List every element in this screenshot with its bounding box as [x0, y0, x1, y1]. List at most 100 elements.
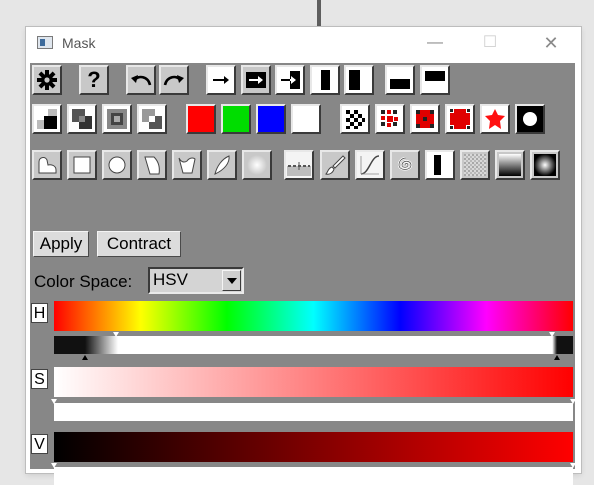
split-bw-icon — [434, 155, 441, 175]
polygon-icon — [144, 156, 160, 175]
blend-mode-2-icon — [72, 109, 92, 129]
mask-panel: ? Apply Contract Color Space: HSV H S V — [30, 63, 576, 485]
linear-gradient-button[interactable] — [495, 150, 525, 180]
blend-mode-2-button[interactable] — [67, 104, 97, 134]
blend-mode-4-button[interactable] — [137, 104, 167, 134]
arrow-right-button[interactable] — [206, 65, 236, 95]
glow-tool-button[interactable] — [242, 150, 272, 180]
arrow-right-box-button[interactable] — [241, 65, 271, 95]
feather-icon — [214, 155, 230, 175]
half-top-button[interactable] — [420, 65, 450, 95]
freeform-tool-button[interactable] — [172, 150, 202, 180]
noise-button[interactable] — [460, 150, 490, 180]
lasso-tool-button[interactable] — [32, 150, 62, 180]
redo-icon — [163, 75, 184, 86]
invert-left-button[interactable] — [310, 65, 340, 95]
channel-label-s: S — [31, 369, 48, 389]
saturation-range-fill — [54, 403, 573, 421]
arrow-into-box-icon — [281, 71, 300, 89]
hue-falloff-end-handle[interactable] — [554, 355, 560, 360]
dropdown-arrow-icon[interactable] — [222, 270, 241, 291]
half-bottom-icon — [390, 79, 410, 89]
invert-left-icon — [321, 70, 330, 90]
settings-button[interactable] — [32, 65, 62, 95]
value-range-slider[interactable] — [54, 467, 573, 485]
pattern-red-dots-3-icon — [450, 109, 470, 129]
curve-tool-button[interactable] — [355, 150, 385, 180]
close-button[interactable]: ✕ — [529, 30, 573, 56]
value-gradient-bar — [54, 432, 573, 462]
spiral-icon — [397, 156, 413, 171]
apply-button[interactable]: Apply — [33, 231, 89, 257]
window-title: Mask — [62, 35, 96, 51]
lasso-icon — [38, 157, 57, 174]
half-top-icon — [425, 71, 445, 81]
invert-right-icon — [349, 70, 360, 90]
minimize-button[interactable]: — — [413, 30, 457, 56]
hue-range-slider[interactable] — [54, 336, 573, 354]
rectangle-tool-button[interactable] — [67, 150, 97, 180]
pattern-red-dots-1-button[interactable] — [375, 104, 405, 134]
hue-falloff-start-handle[interactable] — [82, 355, 88, 360]
noise-icon — [464, 154, 486, 176]
polygon-tool-button[interactable] — [137, 150, 167, 180]
pattern-red-dots-2-icon — [416, 110, 434, 128]
spiral-tool-button[interactable] — [390, 150, 420, 180]
saturation-range-end-handle[interactable] — [570, 399, 576, 404]
channel-label-h: H — [31, 303, 48, 323]
glow-icon — [247, 155, 267, 175]
color-green-button[interactable] — [221, 104, 251, 134]
pattern-red-star-button[interactable] — [480, 104, 510, 134]
feather-tool-button[interactable] — [207, 150, 237, 180]
circle-white-icon — [523, 112, 537, 126]
redo-button[interactable] — [159, 65, 189, 95]
curve-icon — [360, 155, 380, 175]
pattern-red-dots-3-button[interactable] — [445, 104, 475, 134]
pattern-red-dots-2-button[interactable] — [410, 104, 440, 134]
help-icon: ? — [87, 67, 101, 92]
value-range-start-handle[interactable] — [51, 463, 57, 468]
radial-gradient-icon — [534, 154, 556, 176]
undo-button[interactable] — [126, 65, 156, 95]
contract-button[interactable]: Contract — [97, 231, 181, 257]
channel-label-v: V — [31, 434, 48, 454]
color-red-button[interactable] — [186, 104, 216, 134]
brush-icon — [325, 155, 346, 175]
circle-white-button[interactable] — [515, 104, 545, 134]
horizon-line-button[interactable] — [284, 150, 314, 180]
app-icon — [37, 36, 53, 49]
ellipse-icon — [108, 156, 126, 174]
arrow-right-icon — [213, 76, 229, 84]
ellipse-tool-button[interactable] — [102, 150, 132, 180]
hue-range-start-handle[interactable] — [113, 332, 119, 337]
half-bottom-button[interactable] — [385, 65, 415, 95]
blend-mode-3-button[interactable] — [102, 104, 132, 134]
color-blue-button[interactable] — [256, 104, 286, 134]
maximize-button[interactable]: ☐ — [468, 30, 512, 56]
saturation-range-start-handle[interactable] — [51, 399, 57, 404]
color-space-dropdown[interactable]: HSV — [148, 267, 244, 294]
value-range-end-handle[interactable] — [570, 463, 576, 468]
blend-mode-4-icon — [142, 109, 162, 129]
hue-gradient-bar — [54, 301, 573, 331]
freeform-icon — [178, 157, 196, 174]
split-bw-button[interactable] — [425, 150, 455, 180]
arrow-into-box-button[interactable] — [275, 65, 305, 95]
help-button[interactable]: ? — [79, 65, 109, 95]
settings-icon — [37, 70, 57, 90]
pattern-checker-button[interactable] — [340, 104, 370, 134]
color-space-value: HSV — [153, 270, 188, 289]
radial-gradient-button[interactable] — [530, 150, 560, 180]
invert-right-button[interactable] — [344, 65, 374, 95]
blend-mode-3-icon — [107, 109, 127, 129]
blend-mode-1-button[interactable] — [32, 104, 62, 134]
title-bar[interactable]: Mask — ☐ ✕ — [26, 27, 581, 61]
pattern-red-star-icon — [485, 109, 505, 129]
brush-tool-button[interactable] — [320, 150, 350, 180]
color-white-button[interactable] — [291, 104, 321, 134]
hue-range-fill — [85, 336, 557, 354]
background-divider-top — [317, 0, 321, 27]
arrow-right-box-icon — [246, 72, 266, 88]
hue-range-end-handle[interactable] — [549, 332, 555, 337]
saturation-range-slider[interactable] — [54, 403, 573, 421]
